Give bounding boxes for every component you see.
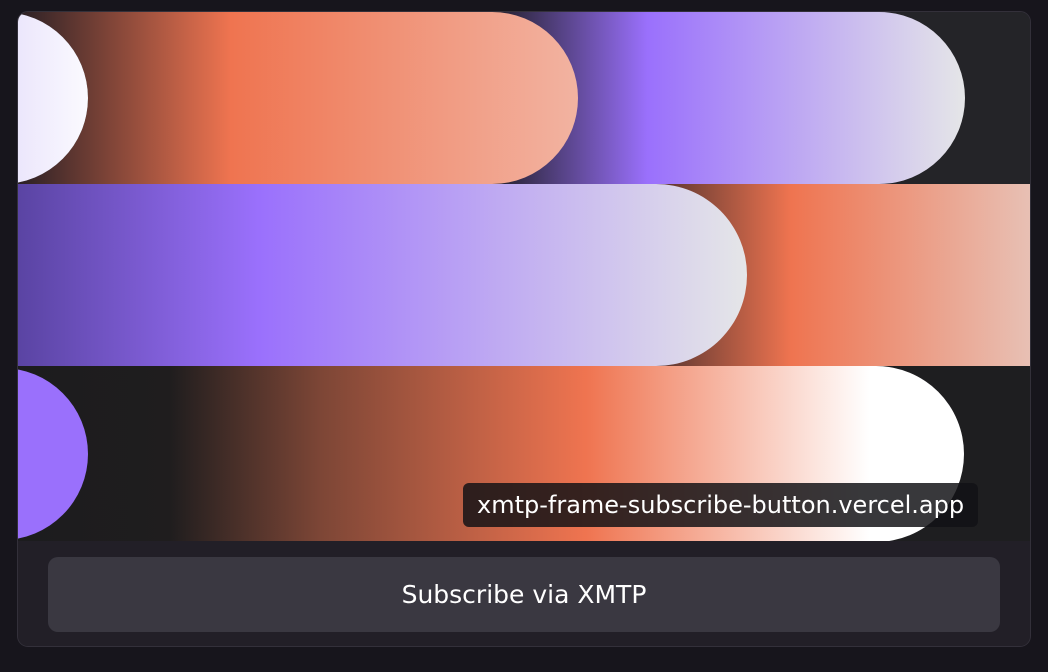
purple-pill-row2 xyxy=(18,184,747,366)
frame-card: xmtp-frame-subscribe-button.vercel.app S… xyxy=(17,11,1031,647)
frame-image: xmtp-frame-subscribe-button.vercel.app xyxy=(18,12,1030,541)
gradient-pills-artwork xyxy=(18,12,1030,541)
orange-pill-row1 xyxy=(18,12,578,184)
frame-url-badge: xmtp-frame-subscribe-button.vercel.app xyxy=(463,483,979,527)
subscribe-button[interactable]: Subscribe via XMTP xyxy=(48,557,1000,632)
frame-button-bar: Subscribe via XMTP xyxy=(18,541,1030,646)
